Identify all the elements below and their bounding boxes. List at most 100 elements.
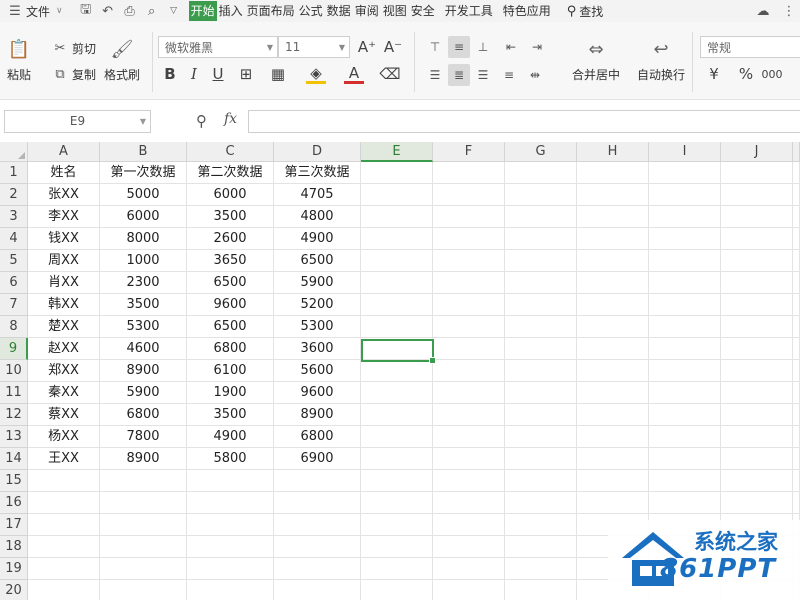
cell-i8[interactable] [649,316,721,338]
row-header-7[interactable]: 7 [0,294,28,316]
cell-i14[interactable] [649,448,721,470]
file-menu[interactable]: ☰ 文件 ∨ [0,0,65,22]
cell-e17[interactable] [361,514,433,536]
cell-c7[interactable]: 9600 [187,294,274,316]
cell-c9[interactable]: 6800 [187,338,274,360]
cell-b20[interactable] [100,580,187,600]
cell-b18[interactable] [100,536,187,558]
align-right-icon[interactable]: ☰ [472,64,494,86]
print-preview-icon[interactable]: ⌕ [141,0,163,22]
cell-c2[interactable]: 6000 [187,184,274,206]
thousands-separator-icon[interactable]: 000 [762,64,783,84]
cell-f7[interactable] [433,294,505,316]
justify-icon[interactable]: ≡ [498,64,520,86]
tab-data[interactable]: 数据 [325,1,353,21]
cell-i3[interactable] [649,206,721,228]
select-all-corner[interactable] [0,142,28,162]
cell-f19[interactable] [433,558,505,580]
percent-icon[interactable]: % [736,64,756,84]
cell-g12[interactable] [505,404,577,426]
cell-g15[interactable] [505,470,577,492]
distributed-icon[interactable]: ⇹ [524,64,546,86]
underline-button[interactable]: U [208,64,228,84]
cell-i15[interactable] [649,470,721,492]
cell-h8[interactable] [577,316,649,338]
cell-b13[interactable]: 7800 [100,426,187,448]
cell-a9[interactable]: 赵XX [28,338,100,360]
grow-font-button[interactable]: A⁺ [356,37,378,57]
cell-c1[interactable]: 第二次数据 [187,162,274,184]
cell-e7[interactable] [361,294,433,316]
column-header-a[interactable]: A [28,142,100,162]
column-header-j[interactable]: J [721,142,793,162]
cell-d10[interactable]: 5600 [274,360,361,382]
paste-button[interactable]: 📋 粘贴 [6,36,32,83]
tab-insert[interactable]: 插入 [217,1,245,21]
row-header-5[interactable]: 5 [0,250,28,272]
cell-e15[interactable] [361,470,433,492]
cell-c14[interactable]: 5800 [187,448,274,470]
cell-g2[interactable] [505,184,577,206]
cell-c10[interactable]: 6100 [187,360,274,382]
decrease-indent-icon[interactable]: ⇤ [500,36,522,58]
cell-b3[interactable]: 6000 [100,206,187,228]
cell-e4[interactable] [361,228,433,250]
cell-e18[interactable] [361,536,433,558]
name-box[interactable]: E9 ▼ [4,110,151,133]
row-header-14[interactable]: 14 [0,448,28,470]
cell-h1[interactable] [577,162,649,184]
cell-e3[interactable] [361,206,433,228]
cell-g11[interactable] [505,382,577,404]
row-header-13[interactable]: 13 [0,426,28,448]
cell-a4[interactable]: 钱XX [28,228,100,250]
cell-j12[interactable] [721,404,793,426]
cell-f6[interactable] [433,272,505,294]
cell-g13[interactable] [505,426,577,448]
italic-button[interactable]: I [184,64,204,84]
cell-h6[interactable] [577,272,649,294]
cell-c12[interactable]: 3500 [187,404,274,426]
fill-color-icon[interactable]: ◈ [306,64,326,84]
cell-f9[interactable] [433,338,505,360]
align-center-icon[interactable]: ≣ [448,64,470,86]
cell-d8[interactable]: 5300 [274,316,361,338]
cell-d14[interactable]: 6900 [274,448,361,470]
cell-e6[interactable] [361,272,433,294]
cell-i1[interactable] [649,162,721,184]
tab-review[interactable]: 审阅 [353,1,381,21]
cell-b8[interactable]: 5300 [100,316,187,338]
cell-g4[interactable] [505,228,577,250]
cell-b17[interactable] [100,514,187,536]
cell-d2[interactable]: 4705 [274,184,361,206]
cell-j13[interactable] [721,426,793,448]
tab-page-layout[interactable]: 页面布局 [245,1,297,21]
cell-h11[interactable] [577,382,649,404]
cell-f3[interactable] [433,206,505,228]
save-icon[interactable]: 🖫 [75,0,97,22]
cell-g20[interactable] [505,580,577,600]
cell-a3[interactable]: 李XX [28,206,100,228]
cell-d6[interactable]: 5900 [274,272,361,294]
cell-j6[interactable] [721,272,793,294]
cell-j11[interactable] [721,382,793,404]
cell-i5[interactable] [649,250,721,272]
column-header-h[interactable]: H [577,142,649,162]
cell-i10[interactable] [649,360,721,382]
row-header-1[interactable]: 1 [0,162,28,184]
cell-style-icon[interactable]: ▦ [268,64,288,84]
cell-e12[interactable] [361,404,433,426]
cell-d4[interactable]: 4900 [274,228,361,250]
row-header-11[interactable]: 11 [0,382,28,404]
cell-h13[interactable] [577,426,649,448]
cell-e2[interactable] [361,184,433,206]
row-header-20[interactable]: 20 [0,580,28,600]
cell-c16[interactable] [187,492,274,514]
cell-a11[interactable]: 秦XX [28,382,100,404]
cell-c18[interactable] [187,536,274,558]
cell-a10[interactable]: 郑XX [28,360,100,382]
quick-access-dropdown-icon[interactable]: ▽ [163,0,185,22]
currency-icon[interactable]: ¥ [704,64,724,84]
bold-button[interactable]: B [160,64,180,84]
cell-e13[interactable] [361,426,433,448]
cell-e1[interactable] [361,162,433,184]
